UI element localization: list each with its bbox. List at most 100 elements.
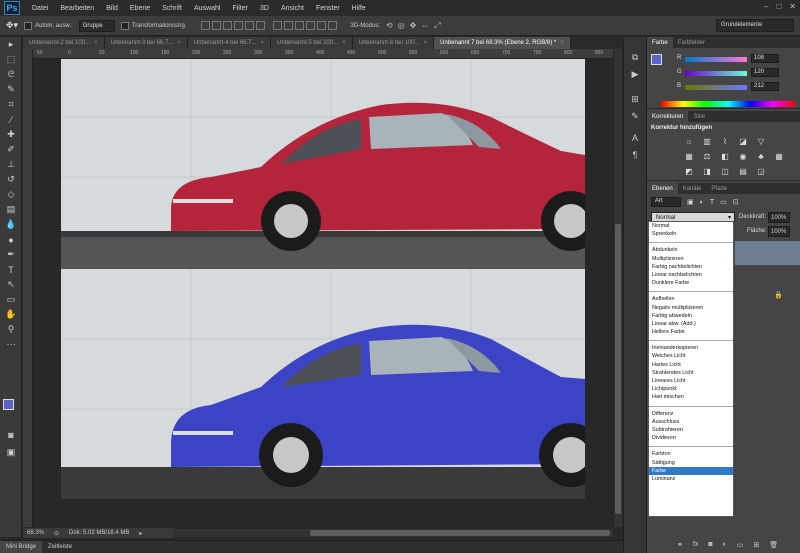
brush-presets-icon[interactable]: ✎ xyxy=(624,108,646,125)
exposure-icon[interactable]: ◪ xyxy=(737,135,749,147)
distribute-top-icon[interactable] xyxy=(272,21,282,30)
3d-roll-icon[interactable]: ◎ xyxy=(398,21,405,31)
blue-slider[interactable] xyxy=(685,85,747,90)
eyedropper-tool-icon[interactable]: ⁄ xyxy=(0,112,22,127)
type-tool-icon[interactable]: T xyxy=(0,262,22,277)
filter-type-icon[interactable]: T xyxy=(710,199,714,206)
menu-ebene[interactable]: Ebene xyxy=(124,5,156,12)
dodge-tool-icon[interactable]: ● xyxy=(0,232,22,247)
blend-mode-option[interactable]: Negativ multiplizieren xyxy=(649,304,733,312)
channel-mixer-icon[interactable]: ♣ xyxy=(755,150,767,162)
gradient-tool-icon[interactable]: ▤ xyxy=(0,202,22,217)
menu-schrift[interactable]: Schrift xyxy=(156,5,188,12)
blend-mode-option[interactable]: Ineinanderkopieren xyxy=(649,344,733,352)
3d-slide-icon[interactable]: ⇔ xyxy=(421,21,429,31)
close-tab-icon[interactable]: × xyxy=(177,40,181,46)
link-layers-icon[interactable]: ⚭ xyxy=(677,541,683,549)
workspace-select[interactable]: Grundelemente xyxy=(716,19,794,32)
close-icon[interactable]: ✕ xyxy=(789,2,796,11)
vertical-scrollbar[interactable] xyxy=(613,49,622,527)
blend-mode-option[interactable]: Farbton xyxy=(649,450,733,458)
blend-mode-option[interactable]: Lichtpunkt xyxy=(649,385,733,393)
distribute-left-icon[interactable] xyxy=(305,21,315,30)
photo-filter-icon[interactable]: ◉ xyxy=(737,150,749,162)
blend-mode-option[interactable]: Farbig abwedeln xyxy=(649,312,733,320)
doc-tab[interactable]: Unbenannt-4 bei 66.7... × xyxy=(187,37,272,49)
tab-pfade[interactable]: Pfade xyxy=(706,183,732,194)
tab-stile[interactable]: Stile xyxy=(688,111,710,122)
zoom-tool-icon[interactable]: ⚲ xyxy=(0,322,22,337)
blend-mode-option[interactable]: Hellere Farbe xyxy=(649,328,733,336)
menu-auswahl[interactable]: Auswahl xyxy=(188,5,226,12)
paragraph-icon[interactable]: ¶ xyxy=(624,146,646,163)
tab-zeitleiste[interactable]: Zeitleiste xyxy=(42,544,78,550)
close-tab-icon[interactable]: × xyxy=(424,40,428,46)
filter-smart-icon[interactable]: ⊡ xyxy=(733,198,739,206)
blend-mode-option[interactable]: Aufhellen xyxy=(649,295,733,303)
vibrance-icon[interactable]: ▽ xyxy=(755,135,767,147)
horizontal-scroll-thumb[interactable] xyxy=(310,530,610,536)
blend-mode-option[interactable]: Hartes Licht xyxy=(649,361,733,369)
menu-3d[interactable]: 3D xyxy=(254,5,275,12)
blend-mode-option[interactable]: Sprenkeln xyxy=(649,230,733,238)
export-icon[interactable]: ⊙ xyxy=(54,530,59,537)
menu-filter[interactable]: Filter xyxy=(226,5,254,12)
blend-mode-option[interactable]: Linear nachbelichten xyxy=(649,271,733,279)
green-slider[interactable] xyxy=(685,71,747,76)
selective-color-icon[interactable]: ◲ xyxy=(755,165,767,177)
color-foreground-swatch[interactable] xyxy=(651,54,662,65)
tab-farbfelder[interactable]: Farbfelder xyxy=(673,37,710,48)
red-slider[interactable] xyxy=(685,57,747,62)
3d-scale-icon[interactable]: ⤢ xyxy=(434,21,440,31)
opacity-input[interactable]: 100% xyxy=(768,212,790,223)
tab-mini-bridge[interactable]: Mini Bridge xyxy=(0,540,43,553)
color-spectrum[interactable] xyxy=(661,101,795,107)
bw-icon[interactable]: ◧ xyxy=(719,150,731,162)
doc-tab[interactable]: Unbenannt-6 bei 100... × xyxy=(352,37,435,49)
healing-tool-icon[interactable]: ✚ xyxy=(0,127,22,142)
group-icon[interactable]: ▭ xyxy=(737,541,744,549)
hue-icon[interactable]: ▦ xyxy=(683,150,695,162)
doc-tab[interactable]: Unbenannt-5 bei 100... × xyxy=(271,37,353,49)
menu-ansicht[interactable]: Ansicht xyxy=(275,5,310,12)
maximize-icon[interactable]: □ xyxy=(776,2,781,11)
posterize-icon[interactable]: ◨ xyxy=(701,165,713,177)
blend-mode-option[interactable]: Abdunkeln xyxy=(649,246,733,254)
tab-korrekturen[interactable]: Korrekturen xyxy=(647,111,689,122)
curves-icon[interactable]: ⌇ xyxy=(719,135,731,147)
blend-mode-option[interactable]: Hart mischen xyxy=(649,393,733,401)
selected-layer-row[interactable] xyxy=(735,241,800,265)
blend-mode-option[interactable]: Sättigung xyxy=(649,459,733,467)
distribute-bottom-icon[interactable] xyxy=(294,21,304,30)
blend-mode-option[interactable]: Subtrahieren xyxy=(649,426,733,434)
doc-tab[interactable]: Unbenannt-3 bei 66.7... × xyxy=(104,37,188,49)
close-tab-icon[interactable]: × xyxy=(342,40,346,46)
balance-icon[interactable]: ⚖ xyxy=(701,150,713,162)
transform-checkbox[interactable] xyxy=(120,21,129,30)
trash-icon[interactable]: 🗑 xyxy=(769,541,778,549)
align-top-icon[interactable] xyxy=(200,21,210,30)
horizontal-scrollbar[interactable] xyxy=(170,529,613,537)
levels-icon[interactable]: ▥ xyxy=(701,135,713,147)
layer-mask-icon[interactable]: ◙ xyxy=(708,541,712,549)
document-canvas[interactable] xyxy=(61,59,585,499)
layer-style-icon[interactable]: fx xyxy=(693,541,698,549)
align-bottom-icon[interactable] xyxy=(222,21,232,30)
blend-mode-option[interactable]: Linear abw. (Add.) xyxy=(649,320,733,328)
blue-value[interactable]: 212 xyxy=(751,82,779,91)
menu-hilfe[interactable]: Hilfe xyxy=(346,5,372,12)
history-icon[interactable]: ⧉ xyxy=(624,49,646,66)
character-icon[interactable]: A xyxy=(624,129,646,146)
path-select-tool-icon[interactable]: ↖ xyxy=(0,277,22,292)
blend-mode-option[interactable]: Differenz xyxy=(649,410,733,418)
stamp-tool-icon[interactable]: ⊥ xyxy=(0,157,22,172)
distribute-middle-icon[interactable] xyxy=(283,21,293,30)
filter-adjust-icon[interactable]: ◐ xyxy=(700,199,704,206)
brightness-icon[interactable]: ☼ xyxy=(683,135,695,147)
minimize-icon[interactable]: – xyxy=(764,2,768,11)
extra-tool-icon[interactable]: ⋯ xyxy=(0,337,22,352)
close-tab-icon[interactable]: × xyxy=(560,40,564,46)
foreground-color-swatch[interactable] xyxy=(3,399,14,410)
blend-mode-option[interactable]: Lineares Licht xyxy=(649,377,733,385)
screen-mode-icon[interactable]: ▣ xyxy=(0,445,22,460)
